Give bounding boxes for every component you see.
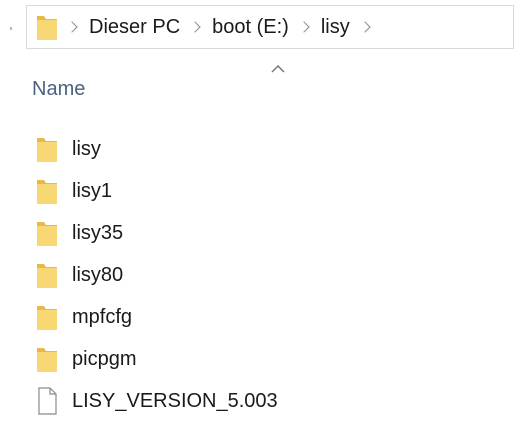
file-list: lisy lisy1 lisy35 lisy80 mpfcfg picpgm L… — [36, 128, 506, 422]
item-label: picpgm — [72, 347, 137, 370]
breadcrumb-item-0[interactable]: Dieser PC — [80, 5, 189, 49]
column-header-name[interactable]: Name — [32, 78, 85, 101]
sort-ascending-icon — [271, 64, 285, 73]
chevron-right-icon[interactable] — [359, 21, 371, 33]
item-label: mpfcfg — [72, 305, 133, 328]
item-label: lisy35 — [72, 221, 124, 244]
folder-icon — [37, 138, 57, 162]
window-edge-mark — [10, 27, 12, 30]
chevron-right-icon[interactable] — [298, 21, 310, 33]
list-item[interactable]: lisy35 — [36, 212, 506, 254]
list-item[interactable]: mpfcfg — [36, 296, 506, 338]
breadcrumb-item-1[interactable]: boot (E:) — [203, 5, 298, 49]
chevron-right-icon[interactable] — [66, 21, 78, 33]
list-item[interactable]: lisy — [36, 128, 506, 170]
item-label: lisy1 — [72, 179, 113, 202]
document-icon — [38, 387, 57, 415]
folder-icon — [37, 306, 57, 330]
item-label: lisy80 — [72, 263, 124, 286]
folder-icon — [37, 16, 57, 40]
list-item[interactable]: lisy1 — [36, 170, 506, 212]
list-item[interactable]: lisy80 — [36, 254, 506, 296]
chevron-right-icon[interactable] — [189, 21, 201, 33]
breadcrumb-item-2[interactable]: lisy — [312, 5, 359, 49]
folder-icon — [37, 222, 57, 246]
folder-icon — [37, 264, 57, 288]
list-item[interactable]: picpgm — [36, 338, 506, 380]
item-label: lisy — [72, 137, 101, 160]
folder-icon — [37, 348, 57, 372]
address-bar[interactable]: Dieser PC boot (E:) lisy — [26, 5, 514, 49]
item-label: LISY_VERSION_5.003 — [72, 389, 278, 412]
folder-icon — [37, 180, 57, 204]
